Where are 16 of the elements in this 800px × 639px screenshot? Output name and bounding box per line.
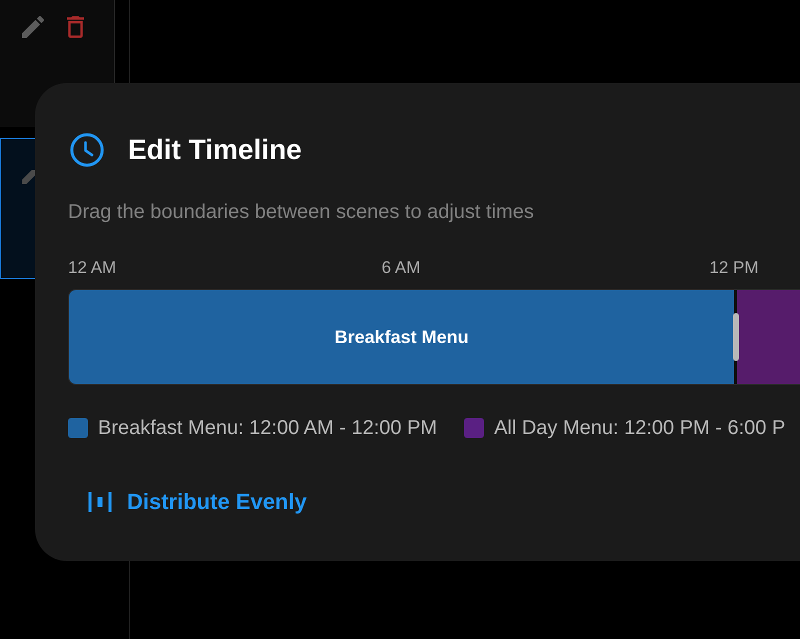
time-tick-label: 6 AM — [382, 258, 420, 278]
time-tick-label: 12 AM — [68, 258, 116, 278]
trash-icon[interactable] — [67, 16, 84, 38]
drag-handle[interactable] — [733, 313, 740, 361]
scene-card[interactable] — [0, 138, 35, 279]
scene-segment: Breakfast Menu — [69, 290, 734, 384]
legend-label: Breakfast Menu: 12:00 AM - 12:00 PM — [98, 416, 438, 440]
legend-label: All Day Menu: 12:00 PM - 6:00 P — [494, 416, 786, 440]
clock-icon — [70, 133, 104, 167]
dialog-title: Edit Timeline — [128, 133, 302, 167]
dialog-subtitle: Drag the boundaries between scenes to adjust times — [68, 200, 535, 225]
time-tick-label: 12 PM — [709, 258, 759, 278]
distribute-icon — [88, 492, 112, 512]
distribute-evenly-button[interactable]: Distribute Evenly — [76, 482, 319, 522]
pencil-icon[interactable] — [22, 170, 35, 184]
pencil-icon[interactable] — [22, 16, 44, 38]
